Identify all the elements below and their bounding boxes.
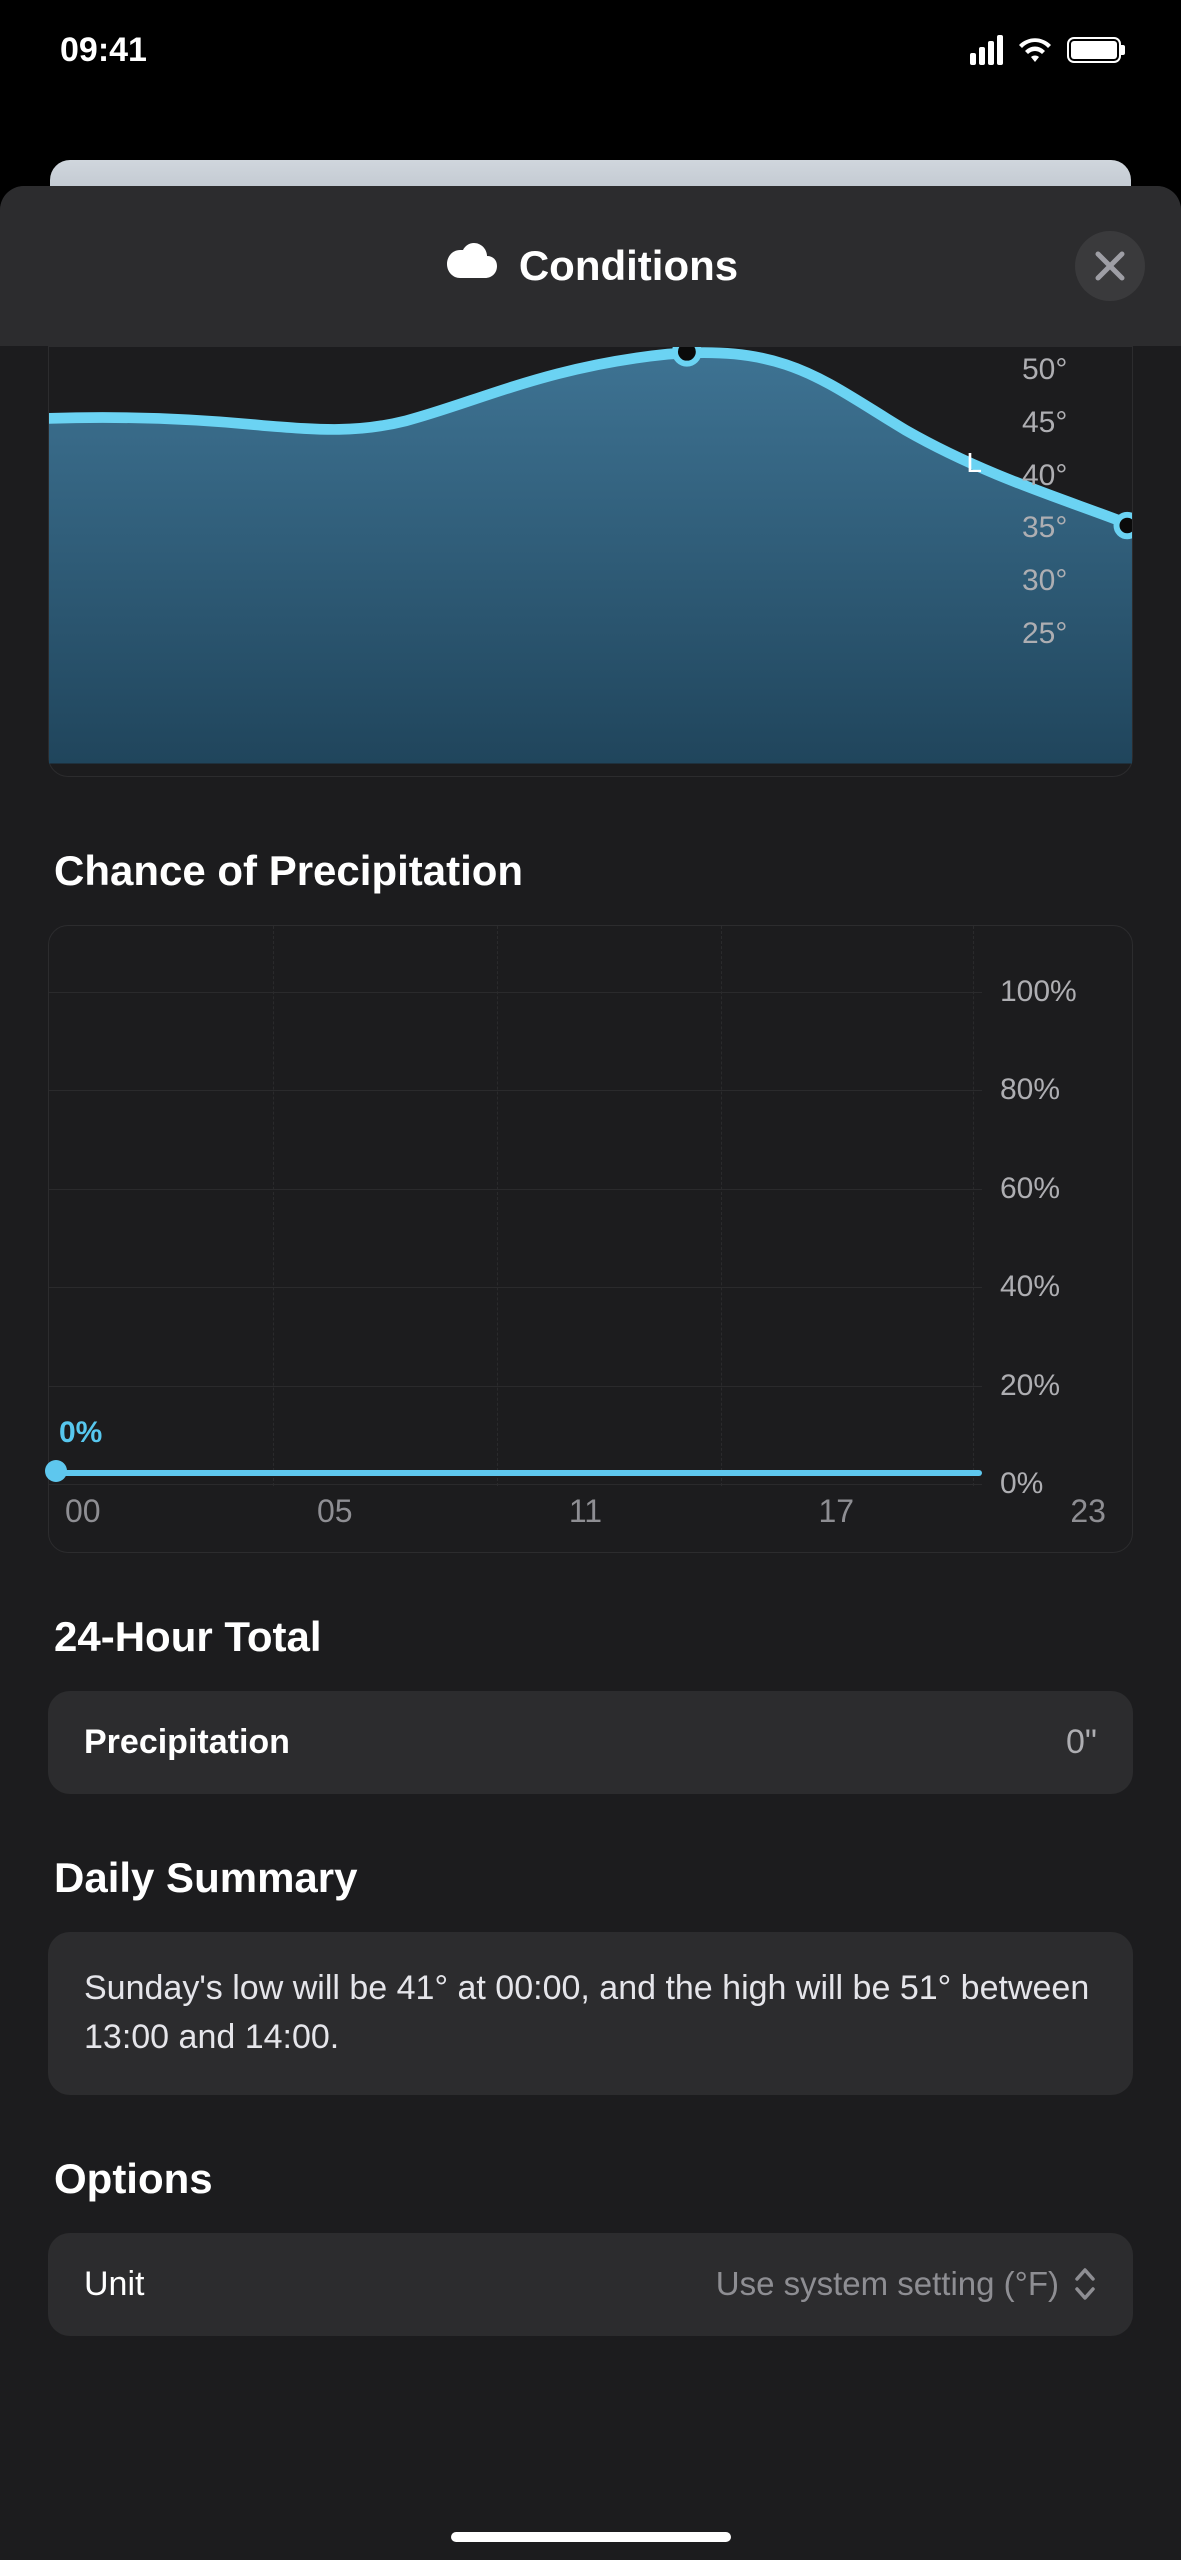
precipitation-total-row: Precipitation 0" — [48, 1691, 1133, 1794]
y-tick: 40° — [1022, 459, 1132, 493]
daily-summary-text: Sunday's low will be 41° at 00:00, and t… — [84, 1964, 1097, 2063]
y-tick: 35° — [1022, 511, 1132, 545]
precipitation-plot-area: 100% 80% 60% 40% 20% 0% 0% — [49, 926, 1132, 1486]
y-tick: 40% — [1000, 1270, 1060, 1304]
home-indicator[interactable] — [451, 2532, 731, 2542]
x-tick: 23 — [1070, 1493, 1106, 1530]
status-time: 09:41 — [60, 31, 147, 70]
precip-line — [49, 1470, 982, 1476]
status-indicators — [970, 35, 1121, 65]
sheet-title-wrap: Conditions — [443, 241, 738, 291]
y-tick: 30° — [1022, 564, 1132, 598]
y-tick: 25° — [1022, 617, 1132, 651]
temperature-plot-area: 50° 45° 40° 35° 30° 25° L — [49, 347, 1132, 717]
precip-section-title: Chance of Precipitation — [54, 847, 1133, 895]
cloud-icon — [443, 241, 501, 291]
sheet-header: Conditions — [0, 186, 1181, 346]
x-tick: 00 — [65, 1493, 101, 1530]
sheet-title-text: Conditions — [519, 242, 738, 290]
x-tick: 05 — [317, 1493, 353, 1530]
precip-total-label: Precipitation — [84, 1723, 290, 1762]
precip-total-value: 0" — [1066, 1723, 1097, 1762]
y-tick: 50° — [1022, 353, 1132, 387]
summary-section-title: Daily Summary — [54, 1854, 1133, 1902]
y-tick: 0% — [1000, 1467, 1043, 1501]
unit-option-row[interactable]: Unit Use system setting (°F) — [48, 2233, 1133, 2336]
close-button[interactable] — [1075, 231, 1145, 301]
temperature-chart[interactable]: 50° 45° 40° 35° 30° 25° L 00 05 11 17 23 — [48, 346, 1133, 777]
low-marker: L — [966, 447, 982, 479]
x-tick: 17 — [818, 1493, 854, 1530]
unit-value-wrap: Use system setting (°F) — [716, 2265, 1097, 2303]
unit-label: Unit — [84, 2265, 144, 2304]
precipitation-x-axis: 00 05 11 17 23 — [49, 1486, 1132, 1552]
total-section-title: 24-Hour Total — [54, 1613, 1133, 1661]
wifi-icon — [1017, 36, 1053, 64]
options-section-title: Options — [54, 2155, 1133, 2203]
conditions-sheet: Conditions — [0, 186, 1181, 2560]
precipitation-y-axis: 100% 80% 60% 40% 20% 0% — [982, 926, 1132, 1486]
battery-icon — [1067, 37, 1121, 63]
precip-value-bubble: 0% — [59, 1416, 102, 1450]
x-tick: 11 — [569, 1493, 602, 1530]
close-icon — [1094, 250, 1126, 282]
temperature-y-axis: 50° 45° 40° 35° 30° 25° — [1002, 347, 1132, 657]
precipitation-chart[interactable]: 100% 80% 60% 40% 20% 0% 0% 00 05 11 17 2… — [48, 925, 1133, 1553]
y-tick: 20% — [1000, 1369, 1060, 1403]
precip-now-dot — [45, 1460, 67, 1482]
y-tick: 45° — [1022, 406, 1132, 440]
y-tick: 80% — [1000, 1073, 1060, 1107]
precip-horizontal-grid — [49, 926, 982, 1486]
y-tick: 60% — [1000, 1172, 1060, 1206]
daily-summary-card: Sunday's low will be 41° at 00:00, and t… — [48, 1932, 1133, 2095]
status-bar: 09:41 — [0, 0, 1181, 100]
unit-value-text: Use system setting (°F) — [716, 2265, 1059, 2303]
y-tick: 100% — [1000, 975, 1077, 1009]
cellular-icon — [970, 35, 1003, 65]
chevron-up-down-icon — [1073, 2267, 1097, 2301]
